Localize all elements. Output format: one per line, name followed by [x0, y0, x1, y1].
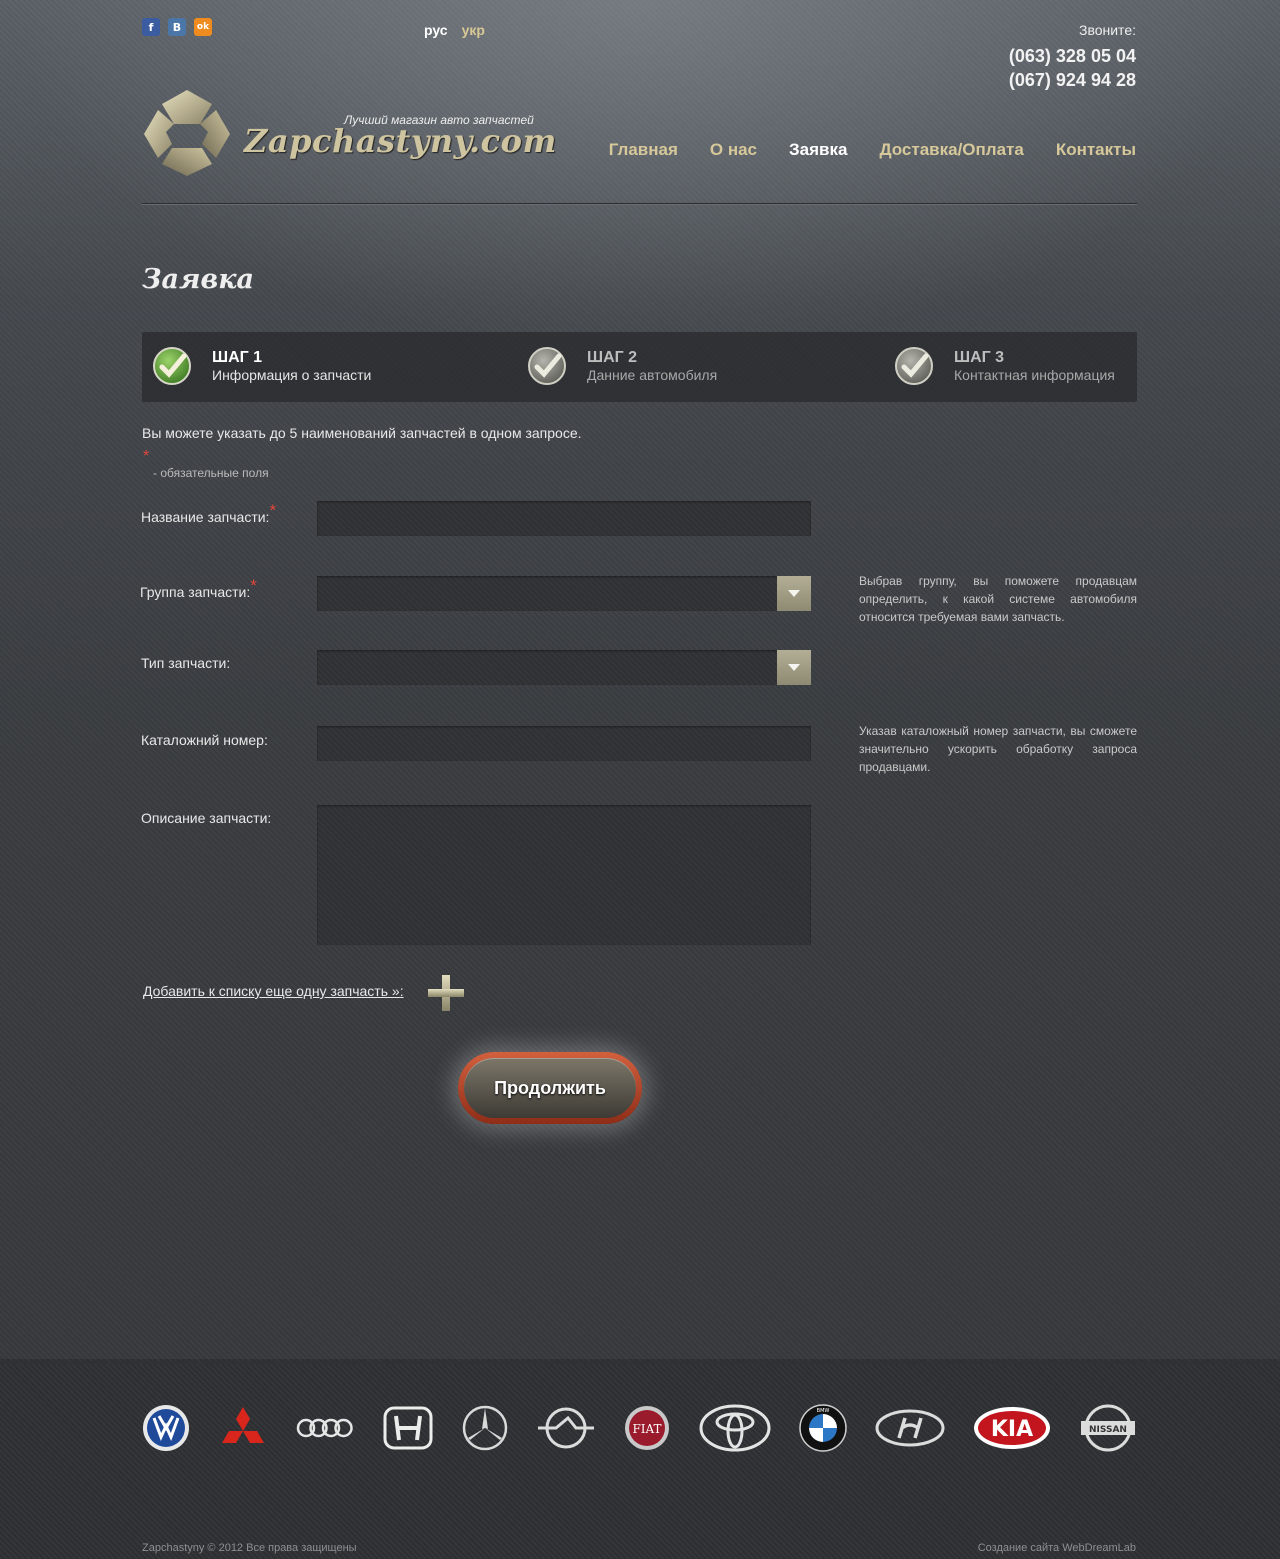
odnoklassniki-icon[interactable]: ok — [194, 18, 212, 36]
brand-logos: FIAT BMW KIA NISSAN — [142, 1400, 1137, 1456]
vkontakte-icon[interactable]: B — [168, 18, 186, 36]
header-divider — [142, 203, 1137, 205]
copyright: Zapchastyny © 2012 Все права защищены — [142, 1542, 357, 1554]
part-name-label: Название запчасти: — [141, 509, 270, 525]
lang-ru[interactable]: рус — [424, 22, 448, 38]
required-note: * - обязательные поля — [143, 448, 269, 480]
check-active-icon — [152, 346, 192, 386]
step-1-subtitle: Информация о запчасти — [212, 367, 372, 383]
nav-home[interactable]: Главная — [609, 140, 678, 160]
check-inactive-icon — [894, 346, 934, 386]
main-nav: Главная О нас Заявка Доставка/Оплата Кон… — [609, 140, 1136, 160]
nav-about[interactable]: О нас — [710, 140, 757, 160]
volkswagen-logo[interactable] — [142, 1404, 190, 1452]
nav-contacts[interactable]: Контакты — [1056, 140, 1136, 160]
svg-text:FIAT: FIAT — [632, 1422, 661, 1436]
bmw-logo[interactable]: BMW — [799, 1404, 848, 1452]
step-1: ШАГ 1 Информация о запчасти — [152, 346, 371, 386]
step-3: ШАГ 3 Контактная информация — [894, 346, 1115, 386]
required-star-icon: * — [269, 501, 277, 520]
step-2-title: ШАГ 2 — [587, 349, 638, 366]
page-title: Заявка — [142, 264, 254, 295]
step-1-title: ШАГ 1 — [212, 349, 263, 366]
required-star-icon: * — [143, 448, 150, 465]
nissan-logo[interactable]: NISSAN — [1079, 1403, 1137, 1453]
phone-1: (063) 328 05 04 — [1008, 46, 1136, 66]
part-group-select[interactable] — [317, 576, 811, 611]
nav-delivery[interactable]: Доставка/Оплата — [879, 140, 1023, 160]
description-label: Описание запчасти: — [141, 810, 272, 826]
steps-bar: ШАГ 1 Информация о запчасти ШАГ 2 Данние… — [142, 332, 1137, 402]
svg-text:BMW: BMW — [817, 1408, 830, 1414]
brand-name[interactable]: Zapchastyny.com — [244, 122, 557, 160]
mitsubishi-logo[interactable] — [217, 1405, 269, 1451]
continue-button-label[interactable]: Продолжить — [464, 1058, 636, 1118]
step-3-subtitle: Контактная информация — [954, 367, 1115, 383]
nav-order[interactable]: Заявка — [789, 140, 847, 160]
toyota-logo[interactable] — [698, 1403, 772, 1453]
fiat-logo[interactable]: FIAT — [623, 1404, 671, 1452]
mercedes-logo[interactable] — [461, 1404, 509, 1452]
kia-logo[interactable]: KIA — [972, 1405, 1052, 1451]
honda-logo[interactable] — [382, 1406, 434, 1450]
plus-icon[interactable] — [428, 975, 464, 1011]
footer — [0, 1359, 1280, 1559]
svg-text:KIA: KIA — [991, 1417, 1033, 1442]
part-group-label: Группа запчасти: — [140, 584, 251, 600]
continue-button[interactable]: Продолжить — [458, 1052, 642, 1124]
part-name-input[interactable] — [317, 501, 811, 536]
catalog-number-input[interactable] — [317, 726, 811, 761]
catalog-number-label: Каталожний номер: — [141, 732, 268, 748]
svg-text:NISSAN: NISSAN — [1089, 1425, 1127, 1435]
group-hint: Выбрав группу, вы поможете продавцам опр… — [859, 574, 1137, 624]
description-textarea[interactable] — [317, 805, 811, 945]
part-type-select[interactable] — [317, 650, 811, 685]
intro-text: Вы можете указать до 5 наименований запч… — [142, 425, 582, 441]
part-type-label: Тип запчасти: — [141, 655, 231, 671]
phone-2: (067) 924 94 28 — [1008, 70, 1136, 90]
step-2-subtitle: Данние автомобиля — [587, 367, 718, 383]
facebook-icon[interactable]: f — [142, 18, 160, 36]
social-links: f B ok — [142, 18, 212, 36]
site-credits[interactable]: Создание сайта WebDreamLab — [978, 1542, 1136, 1554]
call-label: Звоните: — [1078, 22, 1136, 38]
chevron-down-icon[interactable] — [777, 576, 811, 611]
catalog-hint: Указав каталожный номер запчасти, вы смо… — [859, 724, 1137, 774]
opel-logo[interactable] — [536, 1404, 596, 1452]
step-3-title: ШАГ 3 — [954, 349, 1005, 366]
footer-edge — [0, 1356, 1280, 1364]
hyundai-logo[interactable] — [875, 1408, 945, 1448]
audi-logo[interactable] — [296, 1416, 354, 1440]
part-type-label-wrap: Тип запчасти: — [141, 655, 230, 673]
language-switcher: рус укр — [424, 22, 485, 38]
part-group-label-wrap: Группа запчасти:* — [140, 576, 257, 602]
lang-ua[interactable]: укр — [462, 22, 485, 38]
step-2: ШАГ 2 Данние автомобиля — [527, 346, 717, 386]
required-star-icon: * — [250, 576, 257, 595]
catalog-label-wrap: Каталожний номер: — [141, 732, 268, 750]
chevron-down-icon[interactable] — [777, 650, 811, 685]
description-label-wrap: Описание запчасти: — [141, 810, 271, 828]
check-inactive-icon — [527, 346, 567, 386]
part-name-label-wrap: Название запчасти:* — [141, 501, 276, 527]
logo-icon[interactable] — [142, 88, 232, 178]
add-part-link[interactable]: Добавить к списку еще одну запчасть »: — [143, 983, 404, 999]
